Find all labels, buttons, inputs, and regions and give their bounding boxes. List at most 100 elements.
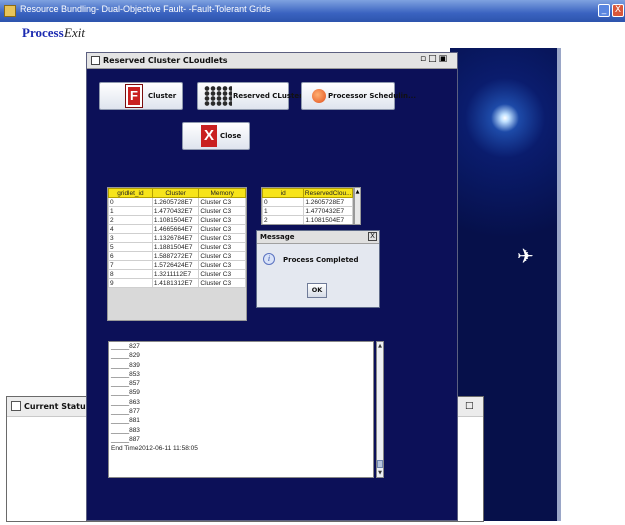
table-row[interactable]: 9 1.4181312E7 Cluster C3 bbox=[108, 278, 246, 288]
window-title-bar[interactable]: Resource Bundling- Dual-Objective Fault-… bbox=[0, 0, 625, 22]
frame-icon bbox=[91, 56, 100, 65]
table-row[interactable]: 1 1.4770432E7 Cluster C3 bbox=[108, 206, 246, 216]
processor-scheduling-button[interactable]: Processor Schedulin... bbox=[301, 82, 416, 110]
table-row[interactable]: 4 1.4665664E7 Cluster C3 bbox=[108, 224, 246, 234]
window-close-button[interactable]: X bbox=[612, 4, 624, 17]
log-line: _____883 bbox=[111, 426, 140, 434]
log-lines: _____827 _____829 _____839 _____853 ____… bbox=[111, 342, 198, 454]
table-row[interactable]: 6 1.5887272E7 Cluster C3 bbox=[108, 251, 246, 261]
table-cell: Cluster C3 bbox=[198, 215, 246, 225]
column-header[interactable]: gridlet_id bbox=[108, 188, 153, 198]
cluster-button[interactable]: F Cluster bbox=[99, 82, 183, 110]
column-header[interactable]: id bbox=[262, 188, 305, 198]
table-cell: 1.5726424E7 bbox=[151, 260, 200, 270]
table-cell: Cluster C3 bbox=[198, 242, 246, 252]
cluster-table[interactable]: gridlet_id Cluster Memory 0 1.2605728E7 Cl… bbox=[107, 187, 247, 321]
close-button[interactable]: X Close bbox=[182, 122, 250, 150]
log-line: _____853 bbox=[111, 370, 140, 378]
table-cell: 7 bbox=[108, 260, 153, 270]
minimize-button[interactable]: _ bbox=[598, 4, 610, 17]
log-line: _____829 bbox=[111, 352, 140, 360]
table-cell: Cluster C3 bbox=[198, 278, 246, 288]
dialog-title: Message bbox=[260, 233, 295, 241]
dialog-message: Process Completed bbox=[283, 256, 359, 264]
table-row[interactable]: 0 1.2605728E7 Cluster C3 bbox=[108, 197, 246, 207]
table-row[interactable]: 0 1.2605728E7 bbox=[262, 197, 353, 207]
restore-icon[interactable]: □ bbox=[465, 401, 474, 411]
column-header[interactable]: Memory bbox=[198, 188, 246, 198]
table-cell: 3 bbox=[108, 233, 153, 243]
table-header-row: gridlet_id Cluster Memory bbox=[108, 188, 246, 198]
reserved-table-scrollbar[interactable]: ▲ bbox=[354, 187, 361, 225]
menu-process[interactable]: Process bbox=[22, 25, 64, 41]
log-line: _____863 bbox=[111, 398, 140, 406]
info-icon: i bbox=[263, 253, 275, 265]
ok-button[interactable]: OK bbox=[307, 283, 327, 298]
log-line: _____839 bbox=[111, 361, 140, 369]
table-row[interactable]: 1 1.4770432E7 bbox=[262, 206, 353, 216]
table-cell: Cluster C3 bbox=[198, 206, 246, 216]
scroll-down-icon[interactable]: ▼ bbox=[377, 470, 383, 476]
table-cell: Cluster C3 bbox=[198, 269, 246, 279]
column-header[interactable]: Cluster bbox=[151, 188, 200, 198]
log-scrollbar[interactable]: ▲ ▼ bbox=[376, 341, 384, 478]
table-cell: Cluster C3 bbox=[198, 233, 246, 243]
background-image-edge bbox=[557, 48, 561, 521]
cluster-button-label: Cluster bbox=[148, 92, 177, 100]
log-line: _____877 bbox=[111, 408, 140, 416]
log-line: _____859 bbox=[111, 389, 140, 397]
menu-bar: Process Exit bbox=[0, 22, 625, 44]
dialog-titlebar[interactable]: Message X bbox=[257, 231, 379, 244]
table-cell: 2 bbox=[108, 215, 153, 225]
scroll-thumb[interactable] bbox=[377, 460, 383, 468]
log-line: _____881 bbox=[111, 417, 140, 425]
table-cell: Cluster C3 bbox=[198, 197, 246, 207]
table-cell: 1 bbox=[108, 206, 153, 216]
main-frame-titlebar[interactable]: Reserved Cluster CLoudlets ▫□▣ bbox=[87, 53, 457, 69]
table-cell: Cluster C3 bbox=[198, 251, 246, 261]
table-cell: 2 bbox=[262, 215, 305, 224]
table-cell: 1.1881504E7 bbox=[151, 242, 200, 252]
table-row[interactable]: 8 1.3211112E7 Cluster C3 bbox=[108, 269, 246, 279]
scroll-up-icon[interactable]: ▲ bbox=[377, 343, 383, 349]
frame-window-controls[interactable]: ▫□▣ bbox=[420, 54, 449, 64]
table-cell: 8 bbox=[108, 269, 153, 279]
message-dialog: Message X i Process Completed OK bbox=[256, 230, 380, 308]
table-cell: 5 bbox=[108, 242, 153, 252]
reserved-cluster-button-label: Reserved CLuster... bbox=[233, 92, 310, 100]
table-cell: 1 bbox=[262, 206, 305, 216]
app-icon bbox=[4, 5, 16, 17]
table-row[interactable]: 7 1.5726424E7 Cluster C3 bbox=[108, 260, 246, 270]
menu-exit[interactable]: Exit bbox=[64, 25, 85, 41]
table-header-row: id ReservedClou... bbox=[262, 188, 353, 198]
table-cell: 1.4770432E7 bbox=[151, 206, 200, 216]
table-cell: 6 bbox=[108, 251, 153, 261]
cluster-f-icon: F bbox=[125, 84, 143, 108]
processor-scheduling-button-label: Processor Schedulin... bbox=[328, 92, 416, 100]
table-cell: 1.1081504E7 bbox=[303, 215, 353, 224]
log-line: _____857 bbox=[111, 380, 140, 388]
table-row[interactable]: 2 1.1081504E7 Cluster C3 bbox=[108, 215, 246, 225]
table-cell: 1.5887272E7 bbox=[151, 251, 200, 261]
table-cell: 1.4181312E7 bbox=[151, 278, 200, 288]
column-header[interactable]: ReservedClou... bbox=[303, 188, 353, 198]
table-cell: 1.1326784E7 bbox=[151, 233, 200, 243]
table-row[interactable]: 3 1.1326784E7 Cluster C3 bbox=[108, 233, 246, 243]
table-cell: 1.2605728E7 bbox=[151, 197, 200, 207]
table-cell: Cluster C3 bbox=[198, 260, 246, 270]
reserved-cluster-button[interactable]: Reserved CLuster... bbox=[197, 82, 310, 110]
close-button-label: Close bbox=[220, 132, 242, 140]
scheduling-orb-icon bbox=[312, 89, 326, 103]
table-cell: 1.4770432E7 bbox=[303, 206, 353, 216]
table-cell: 1.2605728E7 bbox=[303, 197, 353, 207]
reserved-table[interactable]: id ReservedClou... 0 1.2605728E7 1 1.47704… bbox=[261, 187, 354, 225]
table-cell: 1.4665664E7 bbox=[151, 224, 200, 234]
app-root: Resource Bundling- Dual-Objective Fault-… bbox=[0, 0, 625, 525]
log-line: _____887 bbox=[111, 435, 140, 443]
table-row[interactable]: 5 1.1881504E7 Cluster C3 bbox=[108, 242, 246, 252]
dialog-close-icon[interactable]: X bbox=[368, 232, 377, 241]
table-row[interactable]: 2 1.1081504E7 bbox=[262, 215, 353, 224]
table-cell: 1.3211112E7 bbox=[151, 269, 200, 279]
table-cell: Cluster C3 bbox=[198, 224, 246, 234]
log-textarea[interactable]: _____827 _____829 _____839 _____853 ____… bbox=[108, 341, 374, 478]
